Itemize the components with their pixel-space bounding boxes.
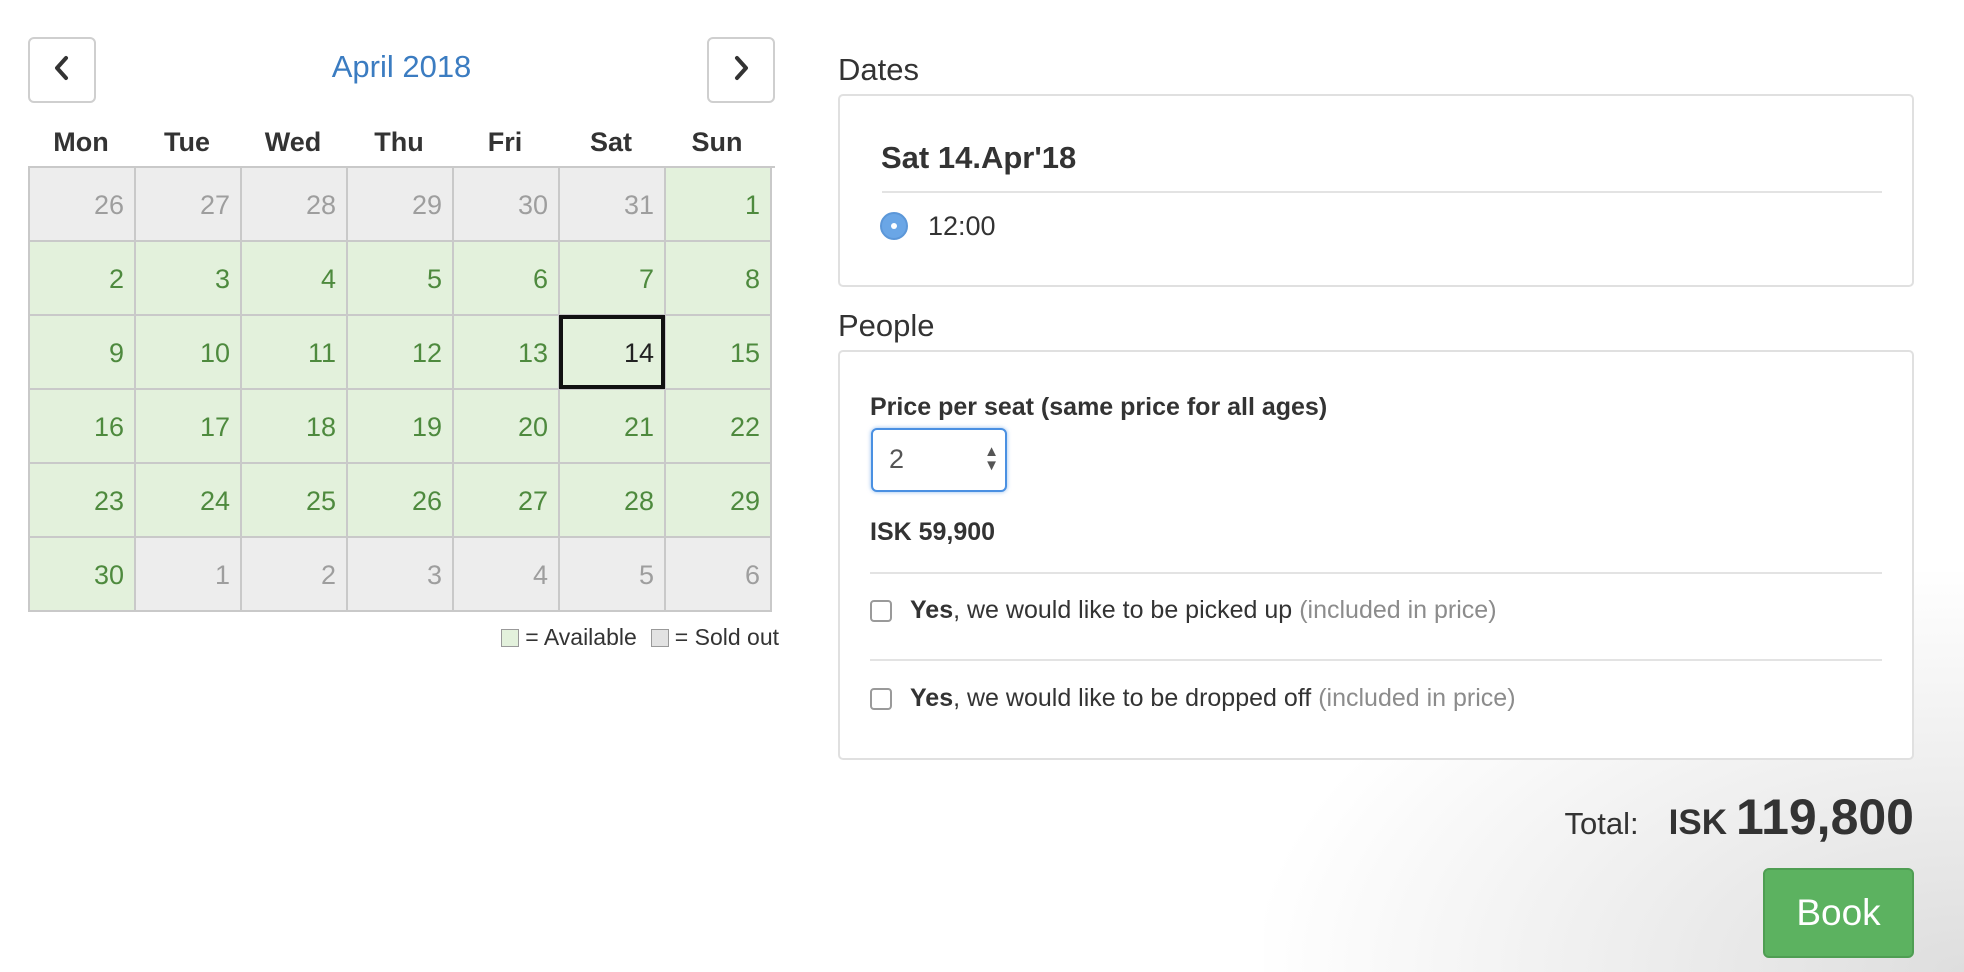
soldout-swatch	[650, 628, 669, 647]
people-panel: Price per seat (same price for all ages)…	[838, 350, 1914, 760]
seat-count-stepper[interactable]: 2 ▲ ▼	[871, 428, 1007, 492]
calendar-day[interactable]: 9	[30, 316, 136, 390]
pickup-checkbox[interactable]	[870, 599, 892, 622]
legend-soldout-label: = Sold out	[674, 624, 779, 650]
calendar-day[interactable]: 29	[666, 464, 772, 538]
dropoff-yes: Yes	[910, 684, 954, 712]
next-month-button[interactable]	[707, 37, 775, 103]
weekday-label: Wed	[264, 127, 322, 157]
calendar-day[interactable]: 24	[136, 464, 242, 538]
calendar-day[interactable]: 12	[348, 316, 454, 390]
calendar-day[interactable]: 8	[666, 242, 772, 316]
calendar-day: 28	[242, 168, 348, 242]
calendar-day[interactable]: 22	[666, 390, 772, 464]
calendar-day[interactable]: 21	[560, 390, 666, 464]
pickup-option[interactable]: Yes, we would like to be picked up (inclu…	[870, 596, 1497, 625]
calendar-day[interactable]: 7	[560, 242, 666, 316]
people-section-title: People	[838, 308, 935, 343]
divider	[870, 572, 1882, 574]
dates-section-title: Dates	[838, 52, 919, 87]
calendar-day: 3	[348, 538, 454, 612]
calendar-legend: = Available = Sold out	[501, 624, 779, 651]
weekday-label: Tue	[164, 127, 210, 157]
calendar-day[interactable]: 20	[454, 390, 560, 464]
calendar-day[interactable]: 26	[348, 464, 454, 538]
pickup-note: (included in price)	[1299, 596, 1497, 624]
dropoff-option[interactable]: Yes, we would like to be dropped off (inc…	[870, 684, 1516, 713]
weekday-label: Sun	[691, 127, 743, 157]
legend-available-label: = Available	[525, 624, 637, 650]
chevron-left-icon	[52, 55, 72, 86]
calendar-day: 4	[454, 538, 560, 612]
calendar-month-title: April 2018	[331, 49, 472, 84]
calendar-day: 29	[348, 168, 454, 242]
total-label: Total:	[1564, 806, 1639, 841]
calendar-day[interactable]: 1	[666, 168, 772, 242]
calendar-day[interactable]: 6	[454, 242, 560, 316]
calendar-day[interactable]: 10	[136, 316, 242, 390]
dates-panel: Sat 14.Apr'18 12:00	[838, 94, 1914, 287]
calendar-grid: 26 27 28 29 30 31 1 2 3 4 5 6 7 8 9 10 11 12 13 14 15 16 17 18 1…	[28, 166, 775, 612]
total-currency: ISK	[1668, 803, 1728, 842]
calendar-day[interactable]: 13	[454, 316, 560, 390]
calendar-day[interactable]: 11	[242, 316, 348, 390]
calendar-day[interactable]: 27	[454, 464, 560, 538]
available-swatch	[501, 628, 520, 647]
calendar-day: 1	[136, 538, 242, 612]
time-slot-label[interactable]: 12:00	[928, 211, 996, 242]
prev-month-button[interactable]	[28, 37, 96, 103]
calendar-day: 5	[560, 538, 666, 612]
calendar-day: 2	[242, 538, 348, 612]
weekday-label: Sat	[589, 127, 633, 157]
seat-price: ISK 59,900	[870, 518, 996, 546]
pickup-yes: Yes	[910, 596, 954, 624]
calendar-day: 27	[136, 168, 242, 242]
calendar-day[interactable]: 16	[30, 390, 136, 464]
calendar-day[interactable]: 17	[136, 390, 242, 464]
divider	[882, 191, 1882, 193]
selected-date-heading: Sat 14.Apr'18	[881, 140, 1077, 175]
calendar-day[interactable]: 18	[242, 390, 348, 464]
calendar-day: 31	[560, 168, 666, 242]
calendar-day-selected[interactable]: 14	[559, 315, 666, 390]
seat-count-value: 2	[889, 444, 905, 474]
stepper-arrows-icon[interactable]: ▲ ▼	[984, 444, 999, 473]
calendar-day[interactable]: 28	[560, 464, 666, 538]
calendar-day[interactable]: 15	[666, 316, 772, 390]
weekday-header: Mon Tue Wed Thu Fri Sat Sun	[28, 127, 773, 158]
dropoff-text: , we would like to be dropped off	[953, 684, 1312, 712]
calendar-day[interactable]: 23	[30, 464, 136, 538]
calendar-day: 30	[454, 168, 560, 242]
calendar-day: 6	[666, 538, 772, 612]
calendar-day[interactable]: 30	[30, 538, 136, 612]
weekday-label: Fri	[487, 127, 523, 157]
pickup-text: , we would like to be picked up	[953, 596, 1293, 624]
calendar-day[interactable]: 3	[136, 242, 242, 316]
price-per-seat-label: Price per seat (same price for all ages)	[870, 393, 1328, 421]
weekday-label: Thu	[374, 127, 424, 157]
calendar-day[interactable]: 2	[30, 242, 136, 316]
total-price: Total: ISK 119,800	[1565, 788, 1914, 846]
calendar-day[interactable]: 5	[348, 242, 454, 316]
time-slot-radio[interactable]	[880, 212, 908, 240]
dropoff-note: (included in price)	[1318, 684, 1516, 712]
weekday-label: Mon	[53, 127, 109, 157]
total-amount: 119,800	[1736, 789, 1914, 845]
calendar-day[interactable]: 25	[242, 464, 348, 538]
divider	[870, 659, 1882, 661]
calendar-day[interactable]: 19	[348, 390, 454, 464]
calendar-day: 26	[30, 168, 136, 242]
dropoff-checkbox[interactable]	[870, 687, 892, 710]
book-button[interactable]: Book	[1763, 868, 1914, 958]
calendar-day[interactable]: 4	[242, 242, 348, 316]
chevron-right-icon	[731, 55, 751, 86]
